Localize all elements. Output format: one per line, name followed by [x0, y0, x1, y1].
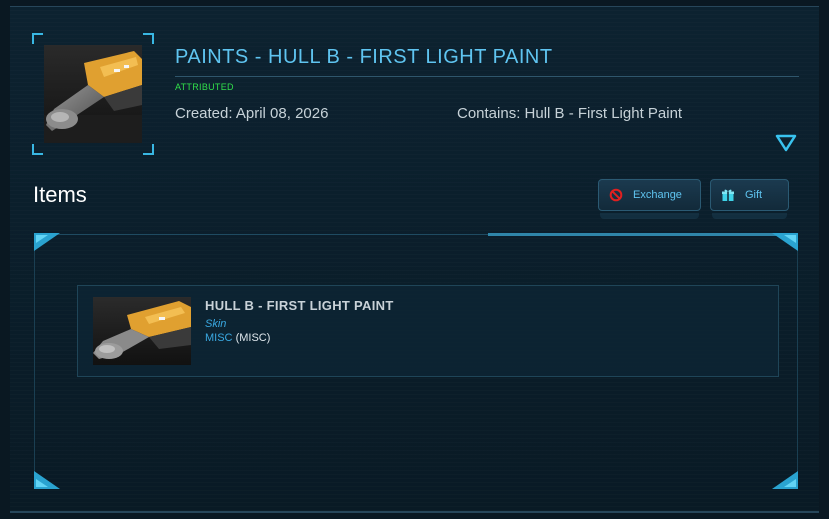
created-date: Created: April 08, 2026 [175, 105, 329, 122]
frame-corner [32, 33, 43, 44]
list-item[interactable]: HULL B - FIRST LIGHT PAINT Skin MISC (MI… [77, 285, 779, 377]
item-type: Skin [205, 318, 227, 330]
status-badge: ATTRIBUTED [175, 82, 234, 92]
gift-icon [722, 189, 734, 201]
items-heading: Items [33, 182, 87, 207]
frame-corner [143, 33, 154, 44]
frame-corner [32, 144, 43, 155]
exchange-button[interactable]: Exchange [598, 179, 701, 211]
page-title: PAINTS - HULL B - FIRST LIGHT PAINT [175, 46, 553, 68]
exchange-label: Exchange [633, 189, 682, 201]
pledge-panel: PAINTS - HULL B - FIRST LIGHT PAINT ATTR… [10, 6, 819, 513]
gift-button[interactable]: Gift [710, 179, 789, 211]
box-corner [772, 233, 798, 251]
contains-text: Contains: Hull B - First Light Paint [457, 105, 683, 122]
item-category-main: MISC [205, 332, 233, 344]
box-corner [772, 471, 798, 489]
item-name: HULL B - FIRST LIGHT PAINT [205, 298, 394, 313]
gift-label: Gift [745, 189, 763, 201]
ship-paint-image [44, 45, 142, 143]
title-divider [175, 76, 799, 77]
pledge-thumbnail [32, 33, 154, 155]
button-reflection [712, 213, 787, 219]
box-corner [34, 471, 60, 489]
frame-corner [143, 144, 154, 155]
item-category-detail: (MISC) [235, 332, 271, 344]
no-entry-icon [609, 188, 623, 202]
item-image [93, 297, 191, 365]
box-corner [34, 233, 60, 251]
item-category: MISC (MISC) [205, 332, 270, 344]
button-reflection [600, 213, 699, 219]
triangle-down-icon[interactable] [775, 133, 797, 153]
